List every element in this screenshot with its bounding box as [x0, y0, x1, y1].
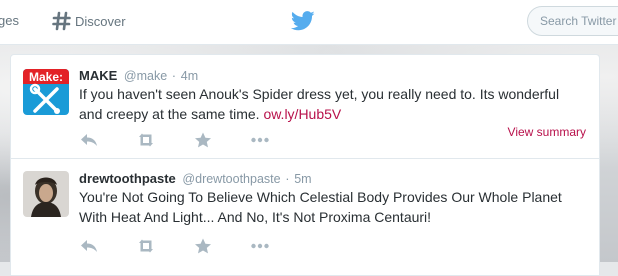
star-icon[interactable] [193, 132, 213, 148]
more-icon[interactable] [250, 238, 270, 254]
star-icon[interactable] [193, 238, 213, 254]
tweet-item[interactable]: Make: MAKE @make · 4m If you haven't see… [11, 55, 599, 159]
tweet-header: drewtoothpaste @drewtoothpaste · 5m [79, 171, 312, 186]
tweet-author-handle[interactable]: @drewtoothpaste [182, 172, 280, 186]
tweet-timestamp[interactable]: 4m [181, 69, 198, 83]
view-summary-link[interactable]: View summary [508, 125, 586, 139]
tweet-author-name[interactable]: MAKE [79, 68, 117, 83]
more-icon[interactable] [250, 132, 270, 148]
search-input[interactable] [527, 6, 618, 36]
tweet-text: If you haven't seen Anouk's Spider dress… [79, 84, 584, 124]
retweet-icon[interactable] [136, 132, 156, 148]
tweet-actions [79, 131, 307, 149]
tweet-stream: Make: MAKE @make · 4m If you haven't see… [10, 54, 600, 276]
tweet-actions [79, 237, 307, 255]
reply-icon[interactable] [79, 132, 99, 148]
top-navigation-bar: ges Discover [0, 0, 618, 45]
tweet-text: You're Not Going To Believe Which Celest… [79, 189, 562, 225]
reply-icon[interactable] [79, 238, 99, 254]
retweet-icon[interactable] [136, 238, 156, 254]
tweet-author-name[interactable]: drewtoothpaste [79, 171, 176, 186]
nav-item-messages-partial[interactable]: ges [0, 13, 19, 28]
hashtag-icon [52, 11, 71, 31]
avatar-logo-text: Make: [29, 70, 63, 84]
tweet-link[interactable]: ow.ly/Hub5V [263, 106, 341, 122]
tweet-author-handle[interactable]: @make [124, 69, 167, 83]
twitter-bird-icon[interactable] [290, 11, 315, 31]
separator-dot: · [171, 68, 177, 83]
tweet-header: MAKE @make · 4m [79, 68, 198, 83]
nav-item-discover[interactable]: Discover [52, 9, 126, 33]
avatar[interactable]: Make: [23, 69, 69, 115]
separator-dot: · [285, 171, 290, 186]
avatar[interactable] [23, 171, 69, 217]
tweet-item[interactable]: drewtoothpaste @drewtoothpaste · 5m You'… [11, 159, 599, 275]
tweet-timestamp[interactable]: 5m [294, 172, 311, 186]
nav-item-discover-label: Discover [75, 13, 126, 29]
